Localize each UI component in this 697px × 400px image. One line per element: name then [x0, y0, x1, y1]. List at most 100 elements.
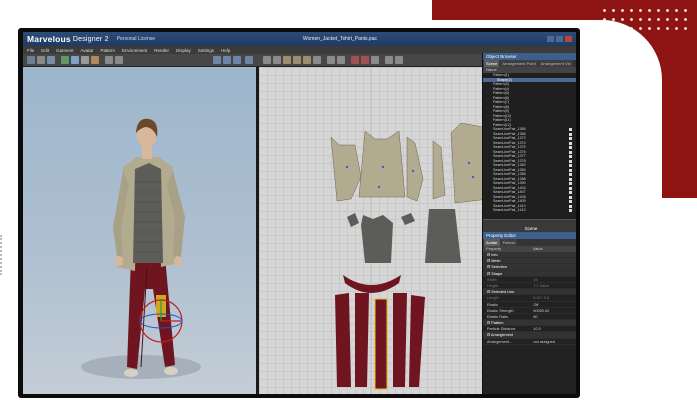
property-value[interactable]: 50000.00: [531, 308, 576, 313]
property-name: Height: [487, 283, 498, 288]
close-button[interactable]: [565, 36, 572, 42]
tab-arrangement-point[interactable]: Arrangement Point: [500, 60, 538, 67]
property-value: [531, 289, 576, 294]
new-file-icon[interactable]: [27, 56, 35, 64]
menu-render[interactable]: Render: [154, 48, 169, 53]
view-reset-icon[interactable]: [245, 56, 253, 64]
object-list-item-label: Pattern(9): [493, 109, 509, 113]
fold-icon[interactable]: [91, 56, 99, 64]
license-label: Personal License: [116, 36, 156, 42]
property-value[interactable]: 10.0: [531, 326, 576, 331]
view-back-icon[interactable]: [233, 56, 241, 64]
view-side-icon[interactable]: [223, 56, 231, 64]
menu-pattern[interactable]: Pattern: [100, 48, 115, 53]
free-sewing-icon[interactable]: [361, 56, 369, 64]
object-list-item-label: SeamLinePair_1366: [493, 131, 526, 136]
viewport-2d-pattern[interactable]: [259, 67, 482, 394]
menu-file[interactable]: File: [27, 48, 34, 53]
move-icon[interactable]: [105, 56, 113, 64]
object-list-item-label: SeamLinePair_1365: [493, 127, 526, 131]
menu-edit[interactable]: Edit: [41, 48, 49, 53]
object-list-item-label: SeamLinePair_1413: [493, 208, 526, 212]
object-list-item-label: Pattern(3): [493, 82, 509, 86]
transform-pattern-icon[interactable]: [273, 56, 281, 64]
object-list-item[interactable]: SeamLinePair_1413: [483, 208, 576, 213]
polygon-tool-icon[interactable]: [283, 56, 291, 64]
property-name: ⊟ Pattern: [487, 321, 504, 326]
object-list-item-label: Pattern(7): [493, 100, 509, 104]
simulate-icon[interactable]: [61, 56, 69, 64]
property-row[interactable]: Arrangement... not assigned: [483, 339, 576, 345]
select-mesh-icon[interactable]: [71, 56, 79, 64]
property-name: Particle Distance: [487, 327, 516, 332]
minimize-button[interactable]: [547, 36, 554, 42]
property-editor-title: Property Editor: [483, 232, 576, 239]
object-list-item-label: SeamLinePair_1382: [493, 163, 526, 167]
property-name: ⊟ Arrangement: [487, 333, 513, 338]
property-value: [531, 320, 576, 325]
view-front-icon[interactable]: [213, 56, 221, 64]
menu-environment[interactable]: Environment: [122, 48, 147, 53]
pin-icon[interactable]: [81, 56, 89, 64]
rectangle-tool-icon[interactable]: [293, 56, 301, 64]
property-name: Length: [487, 296, 499, 301]
maximize-button[interactable]: [556, 36, 563, 42]
edit-sewing-icon[interactable]: [371, 56, 379, 64]
rotate-icon[interactable]: [115, 56, 123, 64]
tab-avatar[interactable]: Avatar: [484, 239, 500, 246]
object-list-item-label: Pattern(4): [493, 86, 509, 91]
object-list[interactable]: Pattern(1) Shape(2) Pattern(3) Pattern(4) Pa…: [483, 73, 576, 219]
open-file-icon[interactable]: [37, 56, 45, 64]
save-icon[interactable]: [47, 56, 55, 64]
object-list-item-label: SeamLinePair_1409: [493, 199, 526, 203]
menu-settings[interactable]: Settings: [198, 48, 214, 53]
segment-sewing-icon[interactable]: [351, 56, 359, 64]
property-value[interactable]: Off: [531, 302, 576, 307]
decorative-edge-dots: [0, 235, 3, 275]
document-title: Women_Jacket_Tshirt_Pants.pac: [302, 36, 377, 42]
object-list-item-label: SeamLinePair_1372: [493, 136, 526, 140]
circle-tool-icon[interactable]: [303, 56, 311, 64]
object-browser-tabs: Scene Arrangement Point Arrangement Vtx: [483, 60, 576, 67]
right-hand: [174, 256, 182, 266]
right-panel: Object Browser Scene Arrangement Point A…: [482, 53, 576, 394]
tab-scene[interactable]: Scene: [484, 60, 500, 67]
menu-garment[interactable]: Garment: [56, 48, 74, 53]
right-shoe: [164, 367, 178, 375]
add-point-icon[interactable]: [327, 56, 335, 64]
viewport-3d[interactable]: [23, 67, 256, 394]
pattern-pants-leg-1: [335, 293, 351, 387]
pattern-shirt-back: [425, 209, 461, 263]
property-value[interactable]: 5.92 / 3.8: [531, 295, 576, 300]
edit-curve-icon[interactable]: [313, 56, 321, 64]
internal-line-icon[interactable]: [337, 56, 345, 64]
menu-avatar[interactable]: Avatar: [81, 48, 94, 53]
object-list-item-label: SeamLinePair_1408: [493, 194, 526, 199]
object-list-item-label: Pattern(6): [493, 95, 509, 100]
property-value[interactable]: not assigned: [531, 339, 576, 344]
tab-pattern[interactable]: Pattern: [500, 239, 518, 246]
tab-arrangement-vtx[interactable]: Arrangement Vtx: [538, 60, 573, 67]
texture-icon[interactable]: [385, 56, 393, 64]
object-list-item-label: SeamLinePair_1378: [493, 158, 526, 163]
select-pattern-icon[interactable]: [263, 56, 271, 64]
object-list-item-label: SeamLinePair_1374: [493, 140, 526, 145]
window-controls: [547, 36, 572, 42]
object-list-item-label: SeamLinePair_1384: [493, 167, 526, 172]
object-list-item-label: Shape(2): [497, 77, 512, 82]
object-list-item-label: SeamLinePair_1390: [493, 181, 526, 185]
visibility-checkbox[interactable]: [569, 209, 572, 212]
object-list-item-label: Pattern(1): [493, 73, 509, 77]
avatar-render: [81, 118, 201, 379]
shirt: [133, 163, 163, 263]
menu-help[interactable]: Help: [221, 48, 230, 53]
property-name: ⊟ Info: [487, 253, 498, 257]
pattern-pants-leg-selected: [374, 298, 388, 390]
menu-display[interactable]: Display: [176, 48, 191, 53]
property-value[interactable]: 7:7 Value: [531, 283, 576, 288]
zoom-icon[interactable]: [395, 56, 403, 64]
property-value[interactable]: 15: [531, 277, 576, 282]
object-list-item-label: Pattern(8): [493, 104, 509, 109]
property-value[interactable]: 80: [531, 314, 576, 319]
pattern-shirt-sleeve-left: [347, 213, 359, 227]
